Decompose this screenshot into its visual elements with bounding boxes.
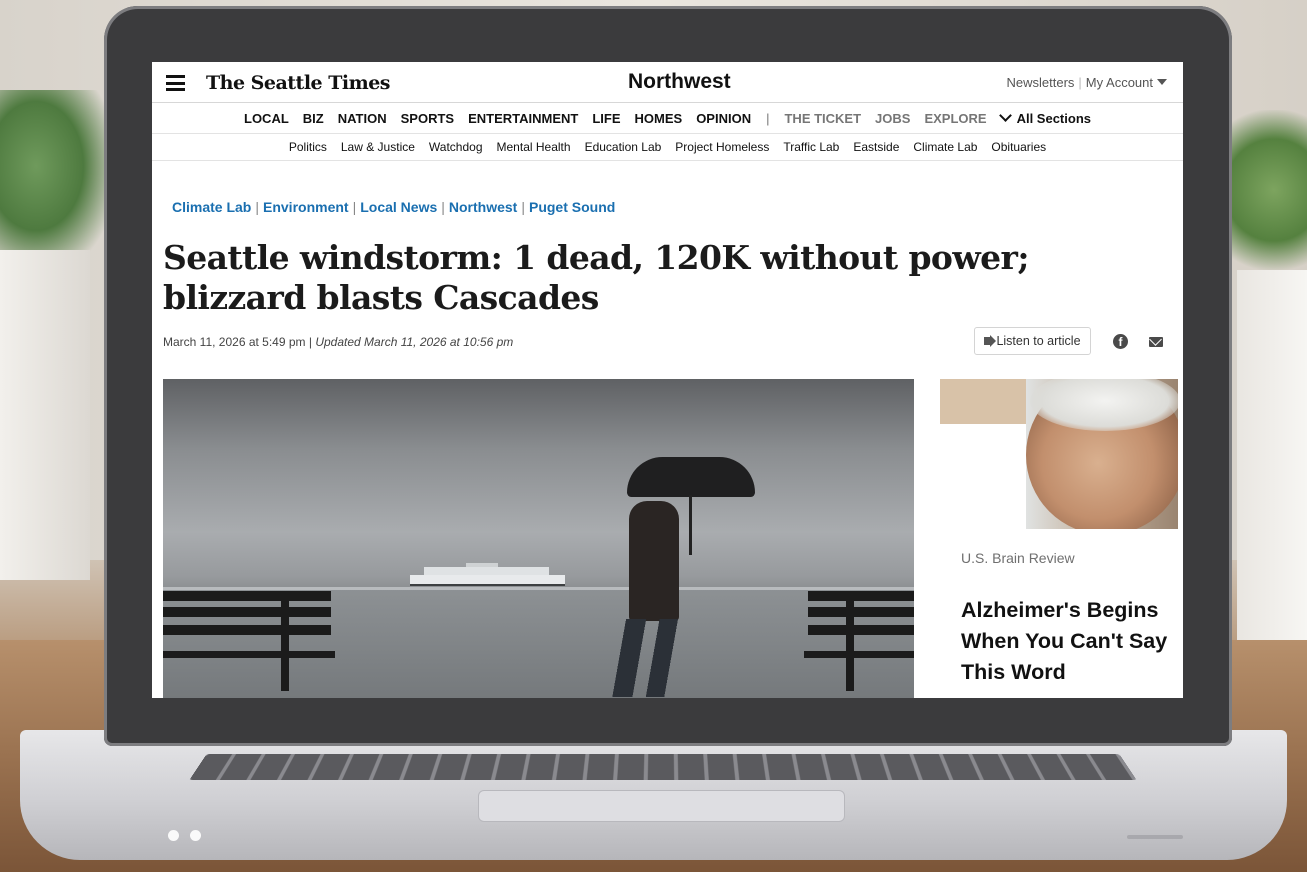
updated-date: Updated March 11, 2026 at 10:56 pm [315,335,514,349]
nav-item-jobs[interactable]: JOBS [875,111,910,126]
subnav-item-law-justice[interactable]: Law & Justice [341,140,415,154]
my-account-link[interactable]: My Account [1086,75,1153,90]
sub-nav: Politics Law & Justice Watchdog Mental H… [152,134,1183,161]
laptop-trackpad [478,790,845,822]
published-date: March 11, 2026 at 5:49 pm [163,335,306,349]
caret-down-icon[interactable] [1157,79,1167,85]
breadcrumb-puget-sound[interactable]: Puget Sound [529,199,615,215]
browser-screen: The Seattle Times Northwest Newsletters |… [152,62,1183,698]
account-links: Newsletters | My Account [1006,75,1167,90]
nav-item-life[interactable]: LIFE [592,111,620,126]
subnav-item-education-lab[interactable]: Education Lab [585,140,662,154]
ad-sponsor: U.S. Brain Review [961,550,1075,566]
newsletters-link[interactable]: Newsletters [1006,75,1074,90]
breadcrumb-climate-lab[interactable]: Climate Lab [172,199,251,215]
breadcrumb: Climate Lab | Environment | Local News | North… [172,199,615,215]
breadcrumb-local-news[interactable]: Local News [360,199,437,215]
all-sections-label: All Sections [1016,110,1091,126]
listen-label: Listen to article [996,334,1081,348]
breadcrumb-separator: | [521,199,525,215]
breadcrumb-environment[interactable]: Environment [263,199,349,215]
subnav-item-traffic-lab[interactable]: Traffic Lab [783,140,839,154]
lead-photo[interactable] [163,379,914,698]
nav-item-sports[interactable]: SPORTS [401,111,454,126]
subnav-item-watchdog[interactable]: Watchdog [429,140,483,154]
nav-item-opinion[interactable]: OPINION [696,111,751,126]
ad-image[interactable] [940,379,1178,529]
photo-bench-left [163,591,338,691]
status-light [168,830,179,841]
dateline-separator: | [308,335,312,349]
laptop-keyboard [189,754,1137,781]
nav-item-nation[interactable]: NATION [338,111,387,126]
nav-item-homes[interactable]: HOMES [635,111,683,126]
breadcrumb-separator: | [441,199,445,215]
nav-item-biz[interactable]: BIZ [303,111,324,126]
nav-item-entertainment[interactable]: ENTERTAINMENT [468,111,578,126]
section-title[interactable]: Northwest [628,70,731,94]
chevron-down-icon [998,108,1012,122]
subnav-item-politics[interactable]: Politics [289,140,327,154]
subnav-item-mental-health[interactable]: Mental Health [497,140,571,154]
subnav-item-obituaries[interactable]: Obituaries [991,140,1046,154]
email-icon[interactable] [1149,337,1163,347]
nav-item-the-ticket[interactable]: THE TICKET [784,111,861,126]
hamburger-icon[interactable] [166,75,185,91]
nav-divider: | [766,110,770,126]
facebook-icon[interactable]: f [1113,334,1128,349]
photo-person-with-umbrella [591,457,755,698]
background-box [1237,270,1307,690]
nav-item-explore[interactable]: EXPLORE [924,111,986,126]
article-headline: Seattle windstorm: 1 dead, 120K without … [163,238,1030,317]
background-vase [0,250,90,580]
article-dateline: March 11, 2026 at 5:49 pm | Updated Marc… [163,335,513,349]
speaker-icon [984,337,991,345]
listen-button[interactable]: Listen to article [974,327,1091,355]
main-nav: LOCAL BIZ NATION SPORTS ENTERTAINMENT LI… [152,103,1183,134]
breadcrumb-separator: | [352,199,357,215]
ad-title[interactable]: Alzheimer's Begins When You Can't Say Th… [961,595,1181,688]
status-light [190,830,201,841]
all-sections-button[interactable]: All Sections [998,108,1091,126]
subnav-item-eastside[interactable]: Eastside [853,140,899,154]
photo-ferry [410,563,565,586]
sponsored-ad[interactable]: U.S. Brain Review Alzheimer's Begins Whe… [940,379,1178,698]
subnav-item-project-homeless[interactable]: Project Homeless [675,140,769,154]
site-header: The Seattle Times Northwest Newsletters |… [152,62,1183,103]
account-divider: | [1078,75,1082,90]
site-logo[interactable]: The Seattle Times [206,72,391,94]
laptop-port [1127,835,1183,839]
breadcrumb-separator: | [255,199,259,215]
subnav-item-climate-lab[interactable]: Climate Lab [913,140,977,154]
photo-horizon [163,587,914,590]
photo-bench-right [804,591,914,691]
nav-item-local[interactable]: LOCAL [244,111,289,126]
breadcrumb-northwest[interactable]: Northwest [449,199,517,215]
